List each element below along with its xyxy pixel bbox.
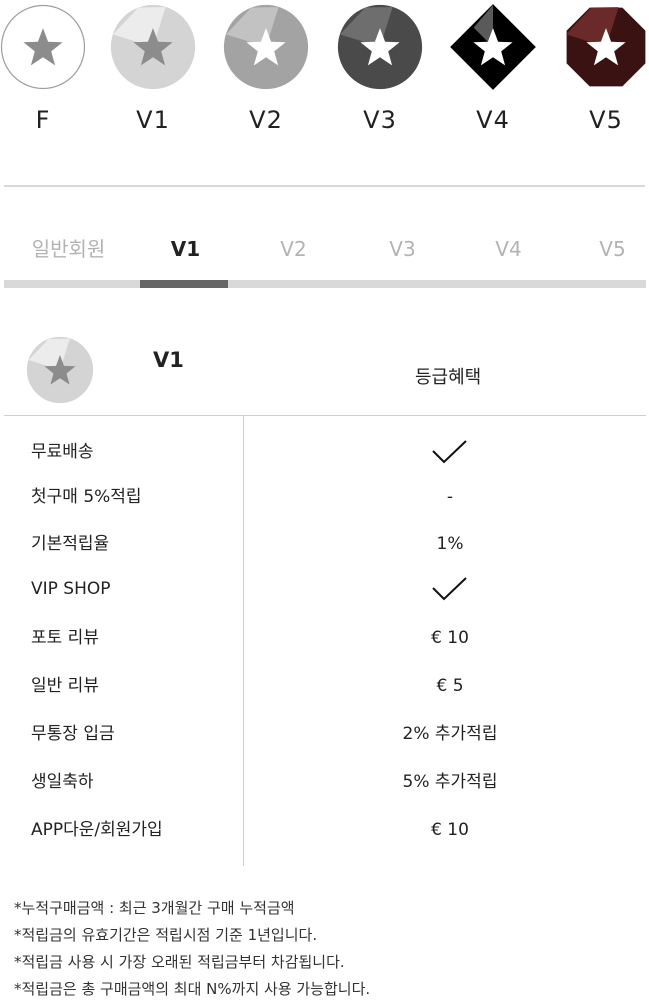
table-divider	[4, 415, 646, 416]
grade-v4-badge-icon	[448, 4, 538, 90]
grade-badge-label: V5	[589, 106, 623, 134]
grade-badge-v3: V3	[335, 4, 425, 134]
tab-v3[interactable]: V3	[349, 228, 456, 278]
tab-v4[interactable]: V4	[455, 228, 562, 278]
check-icon	[345, 428, 555, 476]
benefit-value: € 10	[431, 820, 469, 840]
grade-badge-label: V2	[249, 106, 283, 134]
table-row: 기본적립율 1%	[0, 520, 649, 568]
grade-card-header: V1 등급혜택	[0, 330, 649, 416]
tab-v2[interactable]: V2	[240, 228, 347, 278]
benefit-name: 무통장 입금	[31, 724, 115, 744]
benefit-value: 5% 추가적립	[402, 772, 498, 792]
benefit-name: 무료배송	[31, 442, 94, 462]
grade-badge-v4: V4	[448, 4, 538, 134]
benefit-name: 기본적립율	[31, 534, 110, 554]
v1-badge-icon	[26, 336, 94, 408]
check-icon	[345, 565, 555, 613]
note: *적립금의 유효기간은 적립시점 기준 1년입니다.	[14, 926, 318, 944]
table-row: VIP SHOP	[0, 565, 649, 613]
tab-track	[4, 280, 646, 288]
note: *적립금 사용 시 가장 오래된 적립금부터 차감됩니다.	[14, 953, 345, 971]
benefit-value: -	[446, 487, 454, 507]
benefit-name: APP다운/회원가입	[31, 820, 163, 840]
table-row: 포토 리뷰 € 10	[0, 614, 649, 662]
grade-badge-label: V1	[136, 106, 170, 134]
grade-badge-label: V4	[476, 106, 510, 134]
table-row: 무통장 입금 2% 추가적립	[0, 710, 649, 758]
benefit-value: 2% 추가적립	[402, 724, 498, 744]
grade-tabs: 일반회원 V1 V2 V3 V4 V5	[4, 228, 646, 290]
tab-v5[interactable]: V5	[559, 228, 649, 278]
divider	[4, 185, 645, 187]
table-row: APP다운/회원가입 € 10	[0, 806, 649, 854]
note: *누적구매금액 : 최근 3개월간 구매 누적금액	[14, 899, 295, 917]
notes: *누적구매금액 : 최근 3개월간 구매 누적금액 *적립금의 유효기간은 적립…	[14, 895, 644, 1003]
table-row: 첫구매 5%적립 -	[0, 473, 649, 521]
benefit-name: 포토 리뷰	[31, 628, 99, 648]
grade-badge-v1: V1	[108, 4, 198, 134]
benefit-name: 첫구매 5%적립	[31, 487, 142, 507]
grade-badge-f: F	[0, 4, 88, 134]
benefit-name: VIP SHOP	[31, 579, 111, 599]
table-row: 무료배송	[0, 428, 649, 476]
grade-f-badge-icon	[0, 4, 88, 90]
level-name: V1	[153, 348, 184, 372]
grade-badge-label: F	[35, 106, 51, 134]
benefit-value: 1%	[436, 534, 464, 554]
grade-badge-row: F V1 V2 V3 V4 V5	[0, 0, 649, 140]
grade-v2-badge-icon	[221, 4, 311, 90]
grade-badge-label: V3	[363, 106, 397, 134]
benefit-name: 일반 리뷰	[31, 676, 99, 696]
benefit-header: 등급혜택	[415, 367, 482, 388]
grade-v5-badge-icon	[561, 4, 649, 90]
note: *적립금은 총 구매금액의 최대 N%까지 사용 가능합니다.	[14, 980, 371, 998]
benefit-value: € 10	[431, 628, 469, 648]
table-row: 일반 리뷰 € 5	[0, 662, 649, 710]
benefit-name: 생일축하	[31, 772, 94, 792]
grade-v1-badge-icon	[108, 4, 198, 90]
active-tab-indicator	[140, 280, 228, 288]
tab-regular-member[interactable]: 일반회원	[15, 228, 122, 278]
grade-v3-badge-icon	[335, 4, 425, 90]
tab-v1[interactable]: V1	[132, 228, 239, 278]
grade-badge-v2: V2	[221, 4, 311, 134]
benefit-value: € 5	[436, 676, 464, 696]
table-row: 생일축하 5% 추가적립	[0, 758, 649, 806]
grade-badge-v5: V5	[561, 4, 649, 134]
